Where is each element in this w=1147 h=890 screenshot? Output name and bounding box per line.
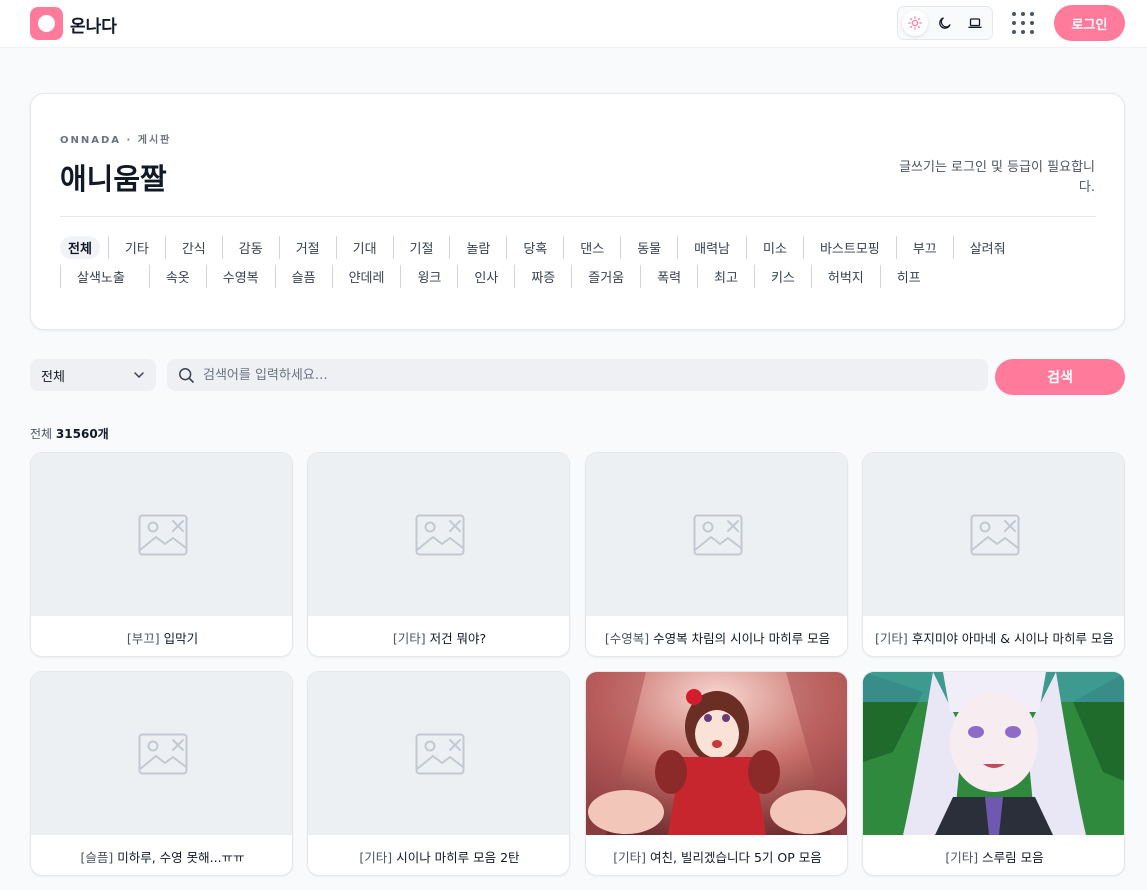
category-27[interactable]: 키스: [753, 265, 811, 288]
post-caption[interactable]: [기타] 시이나 마히루 모음 2탄: [308, 835, 569, 875]
board-eyebrow: ONNADA · 게시판: [60, 135, 172, 146]
post-card[interactable]: [기타] 여친, 빌리겠습니다 5기 OP 모음: [585, 671, 848, 876]
category-19[interactable]: 슬픔: [274, 265, 332, 288]
post-tag: [기타]: [359, 849, 393, 865]
post-title: 수영복 차림의 시이나 마히루 모음: [653, 630, 831, 646]
post-title: 미하루, 수영 못해...ㅠㅠ: [117, 849, 245, 865]
post-card[interactable]: [기타] 스루림 모음: [862, 671, 1125, 876]
post-card[interactable]: [기타] 시이나 마히루 모음 2탄: [307, 671, 570, 876]
category-20[interactable]: 얀데레: [331, 265, 401, 288]
logo-icon[interactable]: [30, 7, 63, 40]
category-16[interactable]: 살색노출: [60, 265, 141, 288]
post-title: 입막기: [163, 630, 199, 646]
theme-switcher: [897, 6, 993, 40]
apps-grid-icon[interactable]: [1012, 12, 1034, 34]
category-2[interactable]: 간식: [164, 236, 222, 259]
category-24[interactable]: 즐거움: [571, 265, 640, 288]
category-12[interactable]: 미소: [746, 236, 803, 259]
image-placeholder-icon[interactable]: [308, 453, 569, 616]
category-5[interactable]: 기대: [335, 236, 393, 259]
category-13[interactable]: 바스트모핑: [802, 236, 896, 259]
search-icon: [179, 368, 194, 383]
image-placeholder-icon[interactable]: [863, 453, 1124, 616]
category-0[interactable]: 전체: [60, 236, 100, 259]
search-box: [167, 359, 988, 391]
write-notice: 글쓰기는 로그인 및 등급이 필요합니다.: [899, 160, 1095, 195]
category-6[interactable]: 기절: [392, 236, 450, 259]
post-title: 여친, 빌리겠습니다 5기 OP 모음: [650, 849, 822, 865]
search-scope-value: 전체: [41, 369, 65, 385]
moon-icon[interactable]: [932, 10, 958, 36]
laptop-icon[interactable]: [962, 10, 988, 36]
category-23[interactable]: 짜증: [514, 265, 571, 288]
post-caption[interactable]: [슬픔] 미하루, 수영 못해...ㅠㅠ: [31, 835, 292, 875]
post-tag: [기타]: [613, 849, 647, 865]
post-title: 스루림 모음: [982, 849, 1044, 865]
post-card[interactable]: [기타] 후지미야 아마네 & 시이나 마히루 모음: [862, 452, 1125, 657]
category-22[interactable]: 인사: [457, 265, 514, 288]
category-1[interactable]: 기타: [107, 236, 165, 259]
post-tag: [부끄]: [126, 630, 160, 646]
category-15[interactable]: 살려줘: [952, 236, 1022, 259]
category-8[interactable]: 당혹: [506, 236, 563, 259]
post-tag: [기타]: [875, 630, 908, 646]
sun-icon[interactable]: [902, 10, 928, 36]
category-28[interactable]: 허벅지: [810, 265, 880, 288]
image-placeholder-icon[interactable]: [31, 672, 292, 835]
post-caption[interactable]: [기타] 저건 뭐야?: [308, 616, 569, 656]
post-thumbnail[interactable]: [586, 672, 847, 835]
post-tag: [수영복]: [604, 630, 650, 646]
post-caption[interactable]: [기타] 스루림 모음: [863, 835, 1124, 875]
post-tag: [기타]: [945, 849, 979, 865]
image-placeholder-icon[interactable]: [586, 453, 847, 616]
category-18[interactable]: 수영복: [205, 265, 275, 288]
post-card[interactable]: [수영복] 수영복 차림의 시이나 마히루 모음: [585, 452, 848, 657]
category-25[interactable]: 폭력: [640, 265, 697, 288]
post-caption[interactable]: [부끄] 입막기: [31, 616, 292, 656]
category-11[interactable]: 매력남: [677, 236, 746, 259]
post-thumbnail[interactable]: [863, 672, 1124, 835]
post-tag: [슬픔]: [80, 849, 114, 865]
post-count: 전체 31560개: [30, 427, 109, 441]
search-scope-select[interactable]: 전체: [30, 359, 156, 391]
divider: [60, 216, 1096, 217]
category-9[interactable]: 댄스: [563, 236, 620, 259]
post-title: 시이나 마히루 모음 2탄: [396, 849, 520, 865]
post-count-value: 31560개: [55, 427, 109, 441]
post-title: 후지미야 아마네 & 시이나 마히루 모음: [911, 630, 1114, 646]
category-10[interactable]: 동물: [620, 236, 677, 259]
post-caption[interactable]: [기타] 여친, 빌리겠습니다 5기 OP 모음: [586, 835, 847, 875]
post-card[interactable]: [부끄] 입막기: [30, 452, 293, 657]
top-header: 온나다 로그인: [0, 0, 1147, 48]
search-input[interactable]: [203, 359, 973, 391]
board-header-card: ONNADA · 게시판 애니움짤 글쓰기는 로그인 및 등급이 필요합니다. …: [30, 93, 1125, 330]
category-21[interactable]: 윙크: [400, 265, 457, 288]
image-placeholder-icon[interactable]: [31, 453, 292, 616]
category-3[interactable]: 감동: [221, 236, 279, 259]
page-title: 애니움짤: [60, 162, 167, 196]
category-4[interactable]: 거절: [278, 236, 336, 259]
post-title: 저건 뭐야?: [429, 630, 487, 646]
category-29[interactable]: 히프: [879, 265, 937, 288]
post-card[interactable]: [기타] 저건 뭐야?: [307, 452, 570, 657]
search-button[interactable]: 검색: [995, 359, 1125, 395]
login-button[interactable]: 로그인: [1054, 5, 1125, 41]
chevron-down-icon: [134, 372, 144, 378]
category-17[interactable]: 속옷: [148, 265, 206, 288]
post-caption[interactable]: [수영복] 수영복 차림의 시이나 마히루 모음: [586, 616, 847, 656]
post-caption[interactable]: [기타] 후지미야 아마네 & 시이나 마히루 모음: [863, 616, 1124, 656]
image-placeholder-icon[interactable]: [308, 672, 569, 835]
category-7[interactable]: 놀람: [449, 236, 506, 259]
post-tag: [기타]: [392, 630, 426, 646]
category-14[interactable]: 부끄: [895, 236, 953, 259]
site-name[interactable]: 온나다: [70, 12, 117, 37]
post-card[interactable]: [슬픔] 미하루, 수영 못해...ㅠㅠ: [30, 671, 293, 876]
category-26[interactable]: 최고: [697, 265, 754, 288]
category-filter: 전체 기타 간식 감동 거절 기대 기절 놀람 당혹 댄스 동물 매력남 미소 바스트모핑 부끄 살려줘살색노…: [60, 236, 1100, 288]
